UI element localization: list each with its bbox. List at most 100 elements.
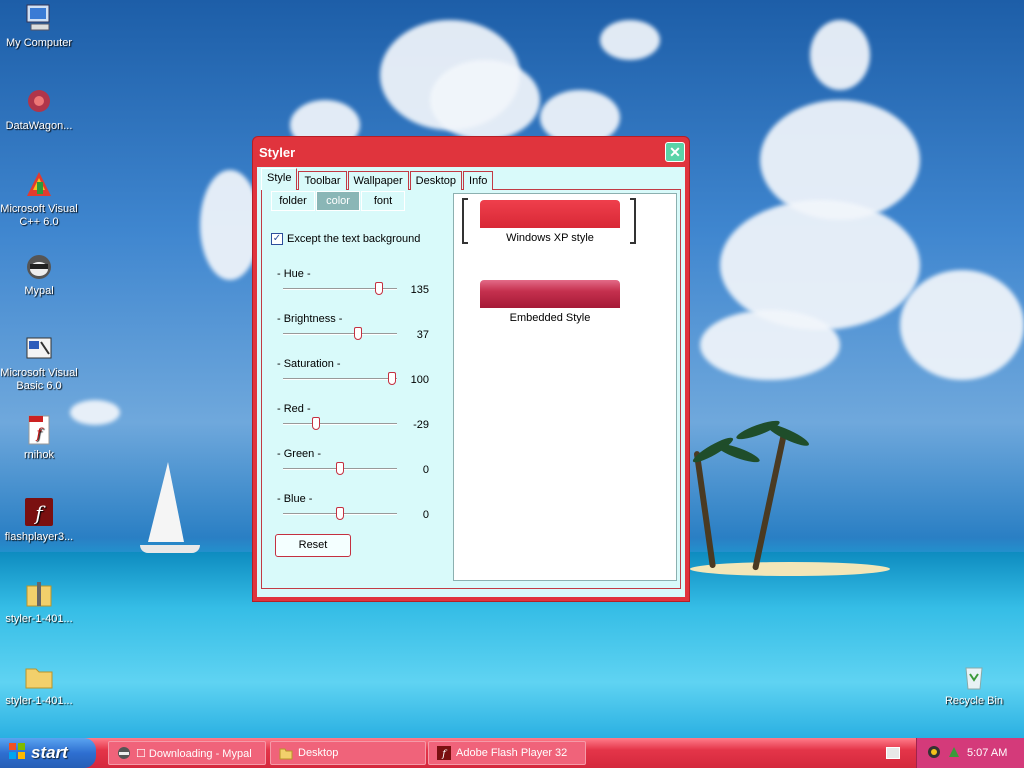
embedded-style-label: Embedded Style	[509, 312, 591, 324]
slider-value: 37	[416, 329, 429, 341]
desktop-icon-flash-player[interactable]: f flashplayer3...	[0, 496, 79, 544]
close-button[interactable]: ✕	[665, 142, 685, 162]
slider-red: - Red - -29	[277, 403, 437, 431]
slider-saturation: - Saturation - 100	[277, 358, 437, 386]
subtab-bar: folder color font	[271, 191, 406, 211]
slider-hue: - Hue - 135	[277, 268, 437, 296]
preview-embedded-style[interactable]: Embedded Style	[480, 280, 620, 324]
desktop-icon-swf-file[interactable]: f rnihok	[0, 414, 79, 462]
taskbar-button-label: Adobe Flash Player 32	[456, 747, 568, 759]
tab-style[interactable]: Style	[261, 168, 298, 190]
desktop-icon-zip-folder[interactable]: styler-1-401...	[0, 578, 79, 626]
reset-button[interactable]: Reset	[275, 534, 351, 557]
desktop-icon-label: Recycle Bin	[944, 695, 1004, 707]
flash-player-icon: f	[23, 496, 55, 528]
recycle-bin-icon	[958, 660, 990, 692]
slider-thumb[interactable]	[336, 462, 344, 475]
desktop-icon-label: flashplayer3...	[4, 531, 74, 543]
slider-brightness: - Brightness - 37	[277, 313, 437, 341]
desktop-icon-datawagon[interactable]: DataWagon...	[0, 85, 79, 133]
desktop-icon-recycle-bin[interactable]: Recycle Bin	[934, 660, 1014, 708]
subtab-color[interactable]: color	[316, 191, 360, 211]
slider-value: 135	[410, 284, 429, 296]
except-text-bg-label: Except the text background	[287, 233, 421, 245]
slider-track[interactable]	[283, 282, 397, 295]
taskbar-button-mypal[interactable]: ☐ Downloading - Mypal	[108, 741, 266, 765]
desktop-icon-label: rnihok	[24, 449, 54, 461]
tray-network-icon[interactable]	[947, 745, 961, 762]
desktop-icon-label: styler-1-401...	[5, 613, 73, 625]
tab-desktop[interactable]: Desktop	[409, 171, 463, 190]
slider-value: -29	[413, 419, 429, 431]
swf-file-icon: f	[23, 414, 55, 446]
tab-wallpaper[interactable]: Wallpaper	[347, 171, 409, 190]
mypal-icon	[117, 746, 131, 760]
mypal-icon	[23, 250, 55, 282]
xp-style-bar	[480, 200, 620, 228]
desktop-icon-label: DataWagon...	[5, 120, 73, 132]
desktop-icon-visual-basic[interactable]: Microsoft Visual Basic 6.0	[0, 332, 79, 393]
selection-bracket-right	[630, 198, 636, 244]
desktop-icon-label: My Computer	[5, 37, 73, 49]
slider-label: - Green -	[277, 448, 322, 460]
slider-label: - Brightness -	[277, 313, 343, 325]
window-titlebar[interactable]: Styler ✕	[253, 137, 689, 167]
zip-folder-icon	[23, 578, 55, 610]
styler-window: Styler ✕ Style Toolbar Wallpaper Desktop…	[252, 136, 690, 602]
windows-logo-icon	[8, 742, 26, 765]
close-icon: ✕	[669, 143, 681, 160]
slider-track[interactable]	[283, 507, 397, 520]
slider-label: - Saturation -	[277, 358, 341, 370]
slider-thumb[interactable]	[336, 507, 344, 520]
datawagon-icon	[23, 85, 55, 117]
desktop-icon-label: styler-1-401...	[5, 695, 73, 707]
slider-thumb[interactable]	[354, 327, 362, 340]
tab-toolbar[interactable]: Toolbar	[298, 171, 347, 190]
slider-value: 0	[422, 464, 429, 476]
slider-label: - Hue -	[277, 268, 311, 280]
slider-label: - Blue -	[277, 493, 313, 505]
subtab-folder[interactable]: folder	[271, 191, 315, 211]
slider-thumb[interactable]	[388, 372, 396, 385]
window-title: Styler	[259, 144, 296, 160]
folder-icon	[23, 660, 55, 692]
window-client: Style Toolbar Wallpaper Desktop Info fol…	[257, 167, 685, 597]
start-label: start	[31, 743, 68, 762]
subtab-font[interactable]: font	[361, 191, 405, 211]
selection-bracket-left	[462, 198, 468, 244]
slider-label: - Red -	[277, 403, 311, 415]
xp-style-label: Windows XP style	[506, 232, 594, 244]
tab-bar: Style Toolbar Wallpaper Desktop Info	[261, 168, 494, 190]
desktop-icon-label: Microsoft Visual C++ 6.0	[0, 203, 78, 228]
system-tray: 5:07 AM	[916, 738, 1024, 768]
desktop-icon-label: Mypal	[24, 285, 54, 297]
my-computer-icon	[23, 2, 55, 34]
start-button[interactable]: start	[0, 738, 96, 768]
except-text-bg-option: ✓ Except the text background	[271, 233, 420, 245]
slider-track[interactable]	[283, 417, 397, 430]
slider-track[interactable]	[283, 372, 397, 385]
clock[interactable]: 5:07 AM	[967, 747, 1007, 759]
keyboard-icon[interactable]	[886, 747, 900, 759]
slider-track[interactable]	[283, 462, 397, 475]
taskbar-button-desktop[interactable]: Desktop	[270, 741, 426, 765]
slider-thumb[interactable]	[375, 282, 383, 295]
taskbar-button-label: Desktop	[298, 747, 339, 759]
embedded-style-bar	[480, 280, 620, 308]
except-text-bg-checkbox[interactable]: ✓	[271, 233, 283, 245]
desktop-icon-my-computer[interactable]: My Computer	[0, 2, 79, 50]
desktop-icon-mypal[interactable]: Mypal	[0, 250, 79, 298]
slider-blue: - Blue - 0	[277, 493, 437, 521]
style-preview-panel: Windows XP style Embedded Style	[453, 193, 677, 581]
folder-icon	[279, 746, 293, 760]
slider-track[interactable]	[283, 327, 397, 340]
desktop-icon-folder[interactable]: styler-1-401...	[0, 660, 79, 708]
tray-app-icon[interactable]	[927, 745, 941, 762]
desktop-icon-visual-cpp[interactable]: Microsoft Visual C++ 6.0	[0, 168, 79, 229]
tab-info[interactable]: Info	[463, 171, 494, 190]
taskbar-button-flash-player[interactable]: f Adobe Flash Player 32	[428, 741, 586, 765]
slider-thumb[interactable]	[312, 417, 320, 430]
preview-xp-style[interactable]: Windows XP style	[480, 200, 620, 244]
flash-player-icon: f	[437, 746, 451, 760]
desktop-icon-label: Microsoft Visual Basic 6.0	[0, 367, 78, 392]
